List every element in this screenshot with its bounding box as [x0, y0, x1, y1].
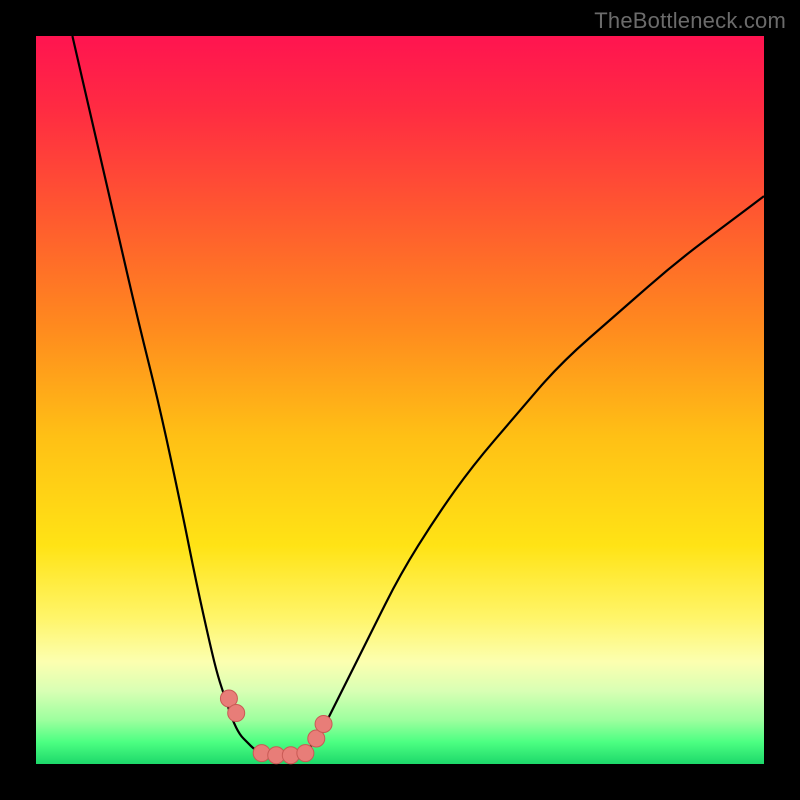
marker-group — [220, 690, 332, 764]
marker-dot — [315, 715, 332, 732]
marker-dot — [228, 705, 245, 722]
watermark-text: TheBottleneck.com — [594, 8, 786, 34]
curve-left-branch — [72, 36, 261, 753]
chart-overlay — [36, 36, 764, 764]
curve-right-branch — [305, 196, 764, 753]
marker-dot — [297, 745, 314, 762]
chart-frame: TheBottleneck.com — [0, 0, 800, 800]
